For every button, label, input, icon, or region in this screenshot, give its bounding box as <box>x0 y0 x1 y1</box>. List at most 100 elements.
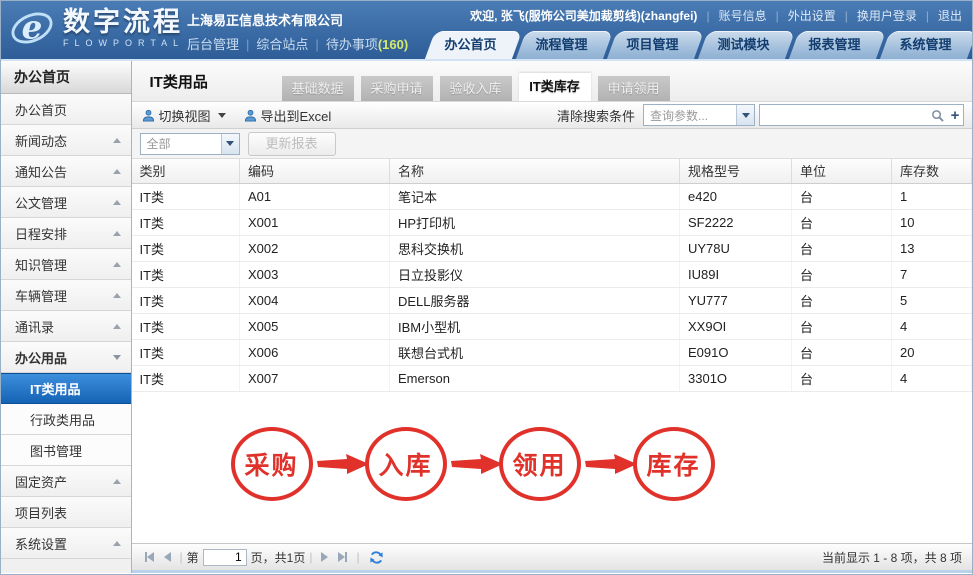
table-cell: 10 <box>891 209 972 236</box>
flow-step-circle: 采购 <box>230 426 313 501</box>
sub-tab[interactable]: IT类库存 <box>518 73 591 101</box>
table-row[interactable]: IT类 X003 日立投影仪 IU89I 台 7 <box>131 261 972 288</box>
column-header[interactable]: 单位 <box>791 159 892 184</box>
column-header[interactable]: 类别 <box>131 159 240 184</box>
category-select[interactable]: 全部 <box>139 132 240 155</box>
update-report-button[interactable]: 更新报表 <box>247 131 336 156</box>
sidebar: 办公首页 办公首页 新闻动态 通知公告 公文管理 日程安排 知识管理 车辆管理 通讯录 办公用品… <box>1 61 132 573</box>
last-page-icon[interactable] <box>338 552 348 562</box>
pagination-bar: | 第 页，共1页 | | 当前显示 1 - 8 项，共 8 项 <box>131 543 972 570</box>
query-param-select[interactable]: 查询参数... <box>643 104 755 126</box>
user-link[interactable]: 账号信息 <box>719 7 767 24</box>
table-cell: 13 <box>891 235 972 262</box>
sidebar-item[interactable]: 新闻动态 <box>1 125 131 156</box>
table-cell: IT类 <box>131 339 240 366</box>
logo-title: 数字流程 <box>63 7 183 37</box>
first-page-icon[interactable] <box>144 552 154 562</box>
quick-link[interactable]: 综合站点 <box>256 37 308 52</box>
sidebar-item[interactable]: 公文管理 <box>1 187 131 218</box>
person-icon <box>142 109 154 122</box>
main-tab[interactable]: 流程管理 <box>517 31 606 59</box>
inventory-table: 类别 编码 名称 规格型号 单位 库存数 IT类 A01 笔记本 e420 台 1 IT类 X001 HP… <box>131 159 972 392</box>
page-number-input[interactable] <box>202 548 247 566</box>
chevron-down-icon[interactable] <box>220 133 239 154</box>
sidebar-item[interactable]: 车辆管理 <box>1 280 131 311</box>
table-cell: IT类 <box>131 365 240 392</box>
table-row[interactable]: IT类 X007 Emerson 3301O 台 4 <box>131 365 972 392</box>
category-value: 全部 <box>146 137 171 151</box>
prev-page-icon[interactable] <box>163 552 171 562</box>
page-suffix: 页，共1页 <box>250 550 306 565</box>
switch-view-button[interactable]: 切换视图 <box>142 106 226 125</box>
export-excel-button[interactable]: 导出到Excel <box>244 106 331 125</box>
table-cell: IT类 <box>131 261 240 288</box>
quick-link[interactable]: 后台管理 <box>187 37 239 52</box>
sidebar-item[interactable]: 知识管理 <box>1 249 131 280</box>
user-link[interactable]: 退出 <box>938 7 962 24</box>
main-tab[interactable]: 报表管理 <box>790 31 879 59</box>
logo-subtitle: FLOWPORTAL <box>63 38 185 48</box>
table-cell: 台 <box>791 209 892 236</box>
clear-search-link[interactable]: 清除搜索条件 <box>557 106 635 125</box>
table-cell: e420 <box>679 183 792 210</box>
main-tab[interactable]: 项目管理 <box>608 31 697 59</box>
table-row[interactable]: IT类 X005 IBM小型机 XX9OI 台 4 <box>131 313 972 340</box>
table-cell: X006 <box>239 339 390 366</box>
sidebar-item[interactable]: 项目列表 <box>1 497 131 528</box>
search-box: + <box>759 104 964 126</box>
sub-tab[interactable]: 申请领用 <box>597 76 670 101</box>
table-cell: 台 <box>791 261 892 288</box>
next-page-icon[interactable] <box>321 552 329 562</box>
chevron-up-icon <box>112 540 121 546</box>
table-cell: X001 <box>239 209 390 236</box>
refresh-icon[interactable] <box>369 550 384 565</box>
quick-link[interactable]: 待办事项 <box>326 37 378 52</box>
table-header-row: 类别 编码 名称 规格型号 单位 库存数 <box>131 159 972 184</box>
sub-tab[interactable]: 采购申请 <box>360 76 433 101</box>
table-row[interactable]: IT类 A01 笔记本 e420 台 1 <box>131 183 972 210</box>
column-header[interactable]: 编码 <box>239 159 390 184</box>
table-cell: 台 <box>791 313 892 340</box>
chevron-up-icon <box>112 168 121 174</box>
sidebar-item[interactable]: 通知公告 <box>1 156 131 187</box>
table-row[interactable]: IT类 X002 思科交换机 UY78U 台 13 <box>131 235 972 262</box>
search-icon[interactable] <box>927 109 947 122</box>
sidebar-item[interactable]: 办公用品 <box>1 342 131 373</box>
table-cell: 笔记本 <box>389 183 680 210</box>
chevron-down-icon[interactable] <box>736 105 754 125</box>
main-tab[interactable]: 测试模块 <box>699 31 788 59</box>
company-name: 上海易正信息技术有限公司 <box>187 13 344 28</box>
flow-step-circle: 领用 <box>498 426 581 501</box>
main-tab[interactable]: 系统管理 <box>881 31 970 59</box>
sidebar-item[interactable]: 行政类用品 <box>1 404 131 435</box>
sidebar-item[interactable]: 日程安排 <box>1 218 131 249</box>
sidebar-item[interactable]: 办公首页 <box>1 94 131 125</box>
table-row[interactable]: IT类 X006 联想台式机 E091O 台 20 <box>131 339 972 366</box>
add-filter-icon[interactable]: + <box>947 107 963 124</box>
search-input[interactable] <box>760 106 927 124</box>
sub-tab[interactable]: 验收入库 <box>439 76 512 101</box>
sub-tab[interactable]: 基础数据 <box>281 76 354 101</box>
user-link[interactable]: 外出设置 <box>788 7 836 24</box>
main-tab[interactable]: 办公首页 <box>426 31 515 59</box>
table-row[interactable]: IT类 X004 DELL服务器 YU777 台 5 <box>131 287 972 314</box>
column-header[interactable]: 库存数 <box>891 159 972 184</box>
user-link[interactable]: 换用户登录 <box>857 7 917 24</box>
table-row[interactable]: IT类 X001 HP打印机 SF2222 台 10 <box>131 209 972 236</box>
chevron-up-icon <box>112 230 121 236</box>
process-flow-diagram: 采购 入库 领用 库存 <box>132 392 973 544</box>
sidebar-filler <box>1 559 131 573</box>
sidebar-item[interactable]: 图书管理 <box>1 435 131 466</box>
table-cell: 5 <box>891 287 972 314</box>
sidebar-item[interactable]: IT类用品 <box>1 373 131 404</box>
sidebar-item[interactable]: 系统设置 <box>1 528 131 559</box>
column-header[interactable]: 规格型号 <box>679 159 792 184</box>
sidebar-item[interactable]: 固定资产 <box>1 466 131 497</box>
column-header[interactable]: 名称 <box>389 159 680 184</box>
table-cell: 台 <box>791 183 892 210</box>
flow-step-circle: 库存 <box>632 426 715 501</box>
sidebar-item[interactable]: 通讯录 <box>1 311 131 342</box>
user-bar: 欢迎, 张飞(服饰公司美加裁剪线)(zhangfei) | 账号信息 | 外出设置 | 换用… <box>470 7 962 24</box>
person-icon <box>244 109 256 122</box>
table-cell: E091O <box>679 339 792 366</box>
